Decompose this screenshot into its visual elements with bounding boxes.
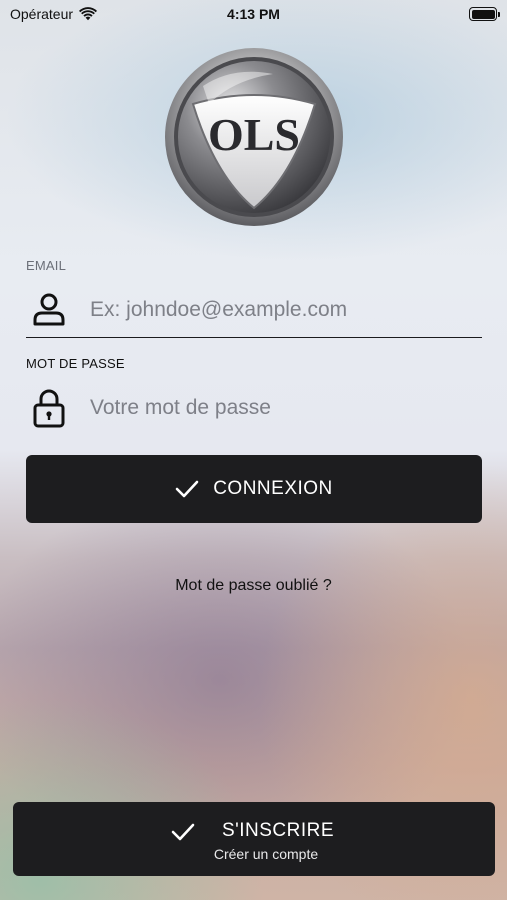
login-button[interactable]: CONNEXION [26,455,482,523]
user-icon [26,287,72,333]
battery-level [471,9,495,19]
status-bar: Opérateur 4:13 PM [0,0,507,30]
password-input[interactable] [90,396,482,420]
register-button-sublabel: Créer un compte [213,846,319,862]
register-button[interactable]: S'INSCRIRE Créer un compte [13,802,495,876]
app-logo: OLS [165,48,343,226]
password-label: MOT DE PASSE [26,356,125,371]
clock: 4:13 PM [227,6,280,22]
email-input[interactable] [90,297,482,322]
email-field-row[interactable] [26,282,482,338]
forgot-password-link[interactable]: Mot de passe oublié ? [0,577,507,595]
battery-icon [469,7,500,21]
password-field-row[interactable] [26,380,482,436]
lock-icon [26,385,72,431]
logo-text: OLS [208,109,300,160]
email-label: EMAIL [26,258,67,273]
checkmark-icon [175,480,199,498]
login-button-label: CONNEXION [213,478,333,499]
register-button-label: S'INSCRIRE [221,820,335,841]
